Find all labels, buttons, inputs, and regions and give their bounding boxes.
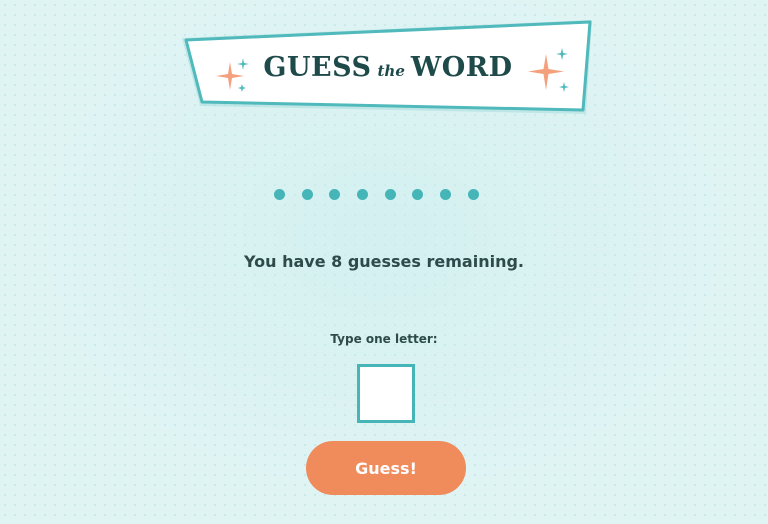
title-word-word: WORD: [410, 52, 513, 83]
guesses-remaining-text: You have 8 guesses remaining.: [244, 252, 524, 271]
title-word-guess: GUESS: [263, 52, 372, 83]
title-word-the: the: [377, 62, 405, 80]
letter-slot-8: [467, 189, 479, 200]
letter-slot-6: [412, 189, 424, 200]
game-title: GUESS the WORD: [178, 52, 598, 83]
letter-slot-7: [440, 189, 452, 200]
hidden-word-slots: [274, 189, 479, 200]
letter-slot-1: [274, 189, 285, 200]
guess-button[interactable]: Guess!: [306, 441, 466, 495]
letter-input[interactable]: [357, 364, 415, 423]
letter-slot-4: [357, 189, 369, 200]
title-banner: GUESS the WORD: [178, 16, 598, 120]
letter-input-label: Type one letter:: [330, 332, 438, 346]
letter-slot-5: [384, 189, 396, 200]
letter-slot-3: [329, 189, 341, 200]
letter-slot-2: [301, 189, 313, 200]
